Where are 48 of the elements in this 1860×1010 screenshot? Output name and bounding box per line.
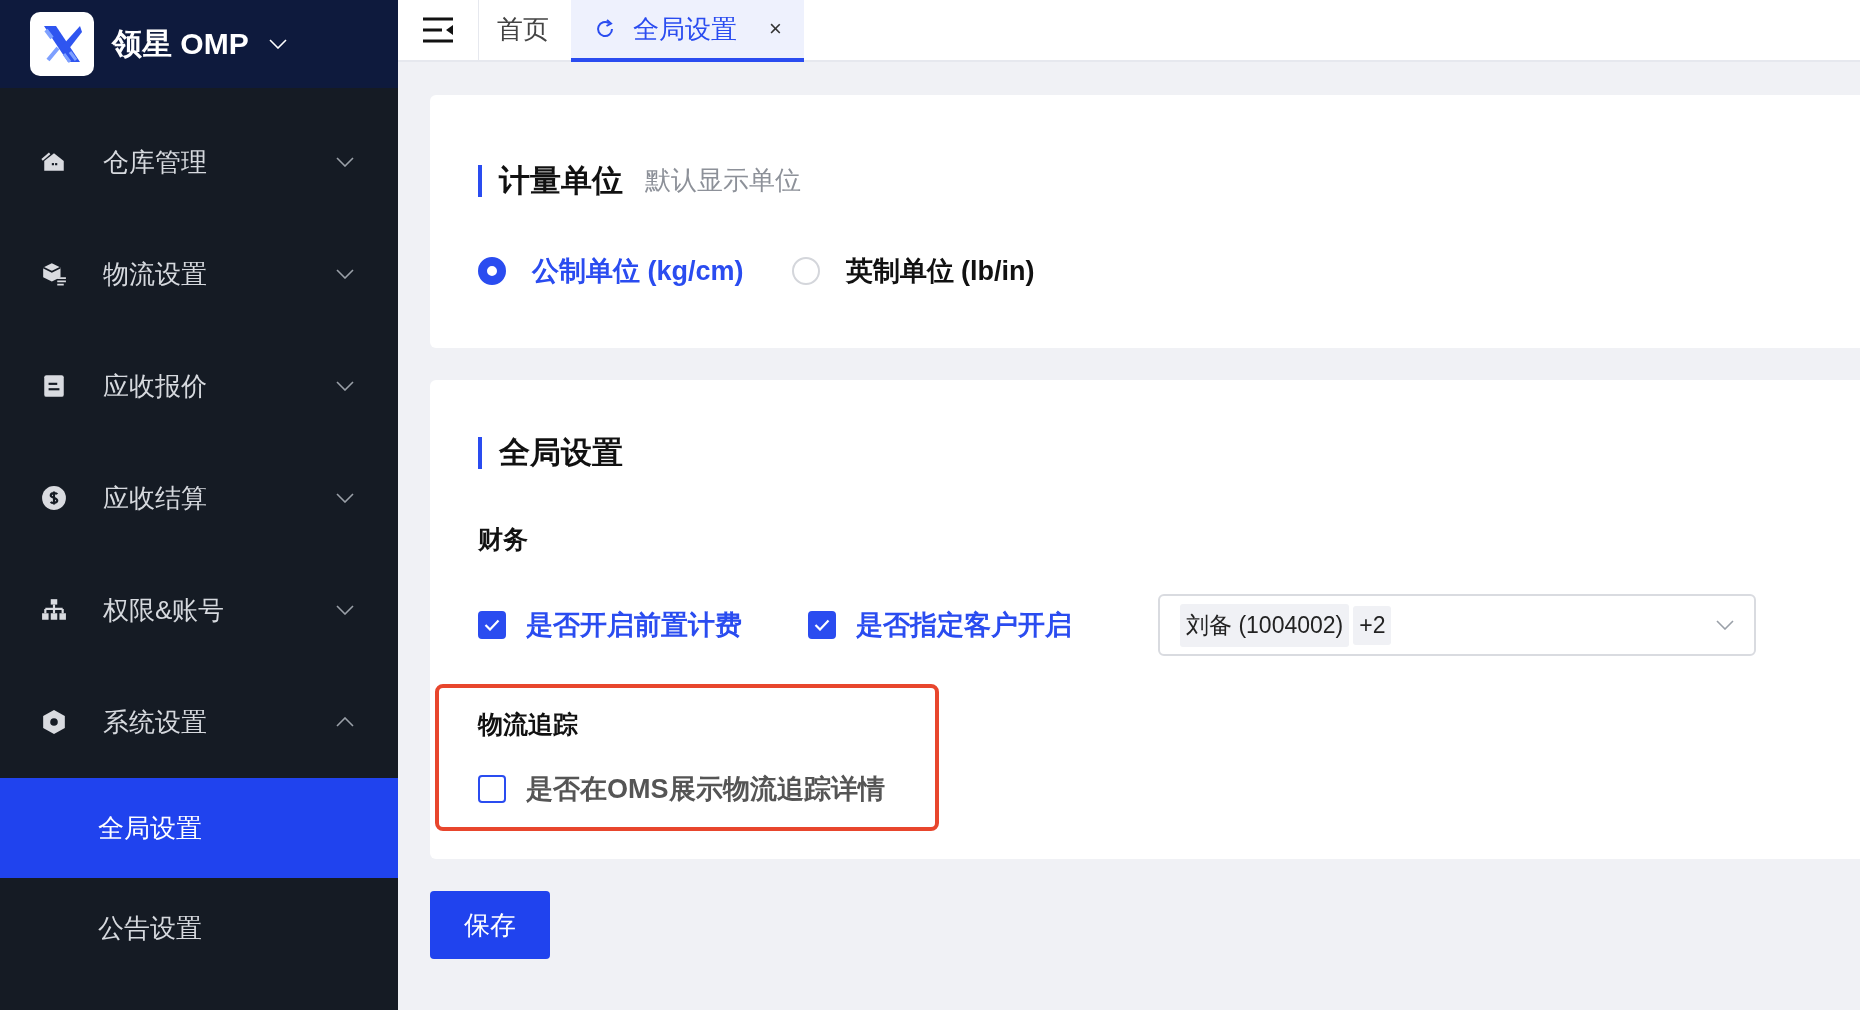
sidebar-item[interactable]: 系统设置	[0, 666, 398, 778]
chevron-down-icon	[336, 269, 354, 279]
sidebar-item[interactable]: 权限&账号	[0, 554, 398, 666]
chevron-down-icon[interactable]	[266, 39, 289, 49]
checkbox-label[interactable]: 是否在OMS展示物流追踪详情	[526, 771, 885, 807]
chevron-down-icon	[336, 381, 354, 391]
radio-button[interactable]	[478, 257, 506, 285]
customer-tag: 刘备 (1004002)	[1180, 603, 1350, 647]
logo-icon	[30, 12, 94, 76]
checkbox-label[interactable]: 是否开启前置计费	[526, 607, 742, 643]
org-chart-icon	[41, 597, 67, 623]
sidebar-subitem[interactable]: 全局设置	[0, 778, 398, 878]
section-subtitle: 默认显示单位	[645, 164, 801, 197]
section-title: 计量单位	[478, 164, 623, 197]
section-title: 全局设置	[478, 437, 623, 469]
refresh-icon[interactable]	[595, 19, 615, 39]
chevron-down-icon	[1716, 620, 1734, 630]
customer-tag: +2	[1353, 605, 1392, 645]
box-icon	[41, 261, 67, 287]
brand-name: 领星 OMP	[112, 25, 249, 62]
menu-icon[interactable]	[422, 17, 454, 43]
group-heading: 物流追踪	[478, 709, 579, 740]
chevron-up-icon	[336, 717, 354, 727]
close-button[interactable]: ×	[769, 16, 782, 42]
checkbox-label[interactable]: 是否指定客户开启	[856, 607, 1072, 643]
dollar-coin-icon	[41, 485, 67, 511]
sidebar-subitem[interactable]: 公告设置	[0, 878, 398, 978]
checkbox[interactable]	[808, 611, 836, 639]
tab[interactable]: 全局设置 ×	[571, 0, 804, 62]
hexagon-icon	[41, 709, 67, 735]
checkbox[interactable]	[478, 611, 506, 639]
sidebar-item[interactable]: 仓库管理	[0, 106, 398, 218]
document-icon	[41, 373, 67, 399]
sidebar-item[interactable]: 物流设置	[0, 218, 398, 330]
chevron-down-icon	[336, 493, 354, 503]
radio-label[interactable]: 公制单位 (kg/cm)	[532, 253, 744, 289]
chevron-down-icon	[336, 157, 354, 167]
check-icon	[814, 619, 830, 631]
chevron-down-icon	[336, 605, 354, 615]
sidebar-item[interactable]: 应收结算	[0, 442, 398, 554]
checkbox[interactable]	[478, 775, 506, 803]
check-icon	[484, 619, 500, 631]
tab[interactable]: 首页	[479, 0, 571, 62]
save-button[interactable]: 保存	[430, 891, 550, 959]
customer-select[interactable]: 刘备 (1004002) +2	[1158, 594, 1756, 656]
sidebar-item[interactable]: 应收报价	[0, 330, 398, 442]
radio-label[interactable]: 英制单位 (lb/in)	[845, 253, 1035, 289]
group-heading: 财务	[478, 524, 529, 555]
